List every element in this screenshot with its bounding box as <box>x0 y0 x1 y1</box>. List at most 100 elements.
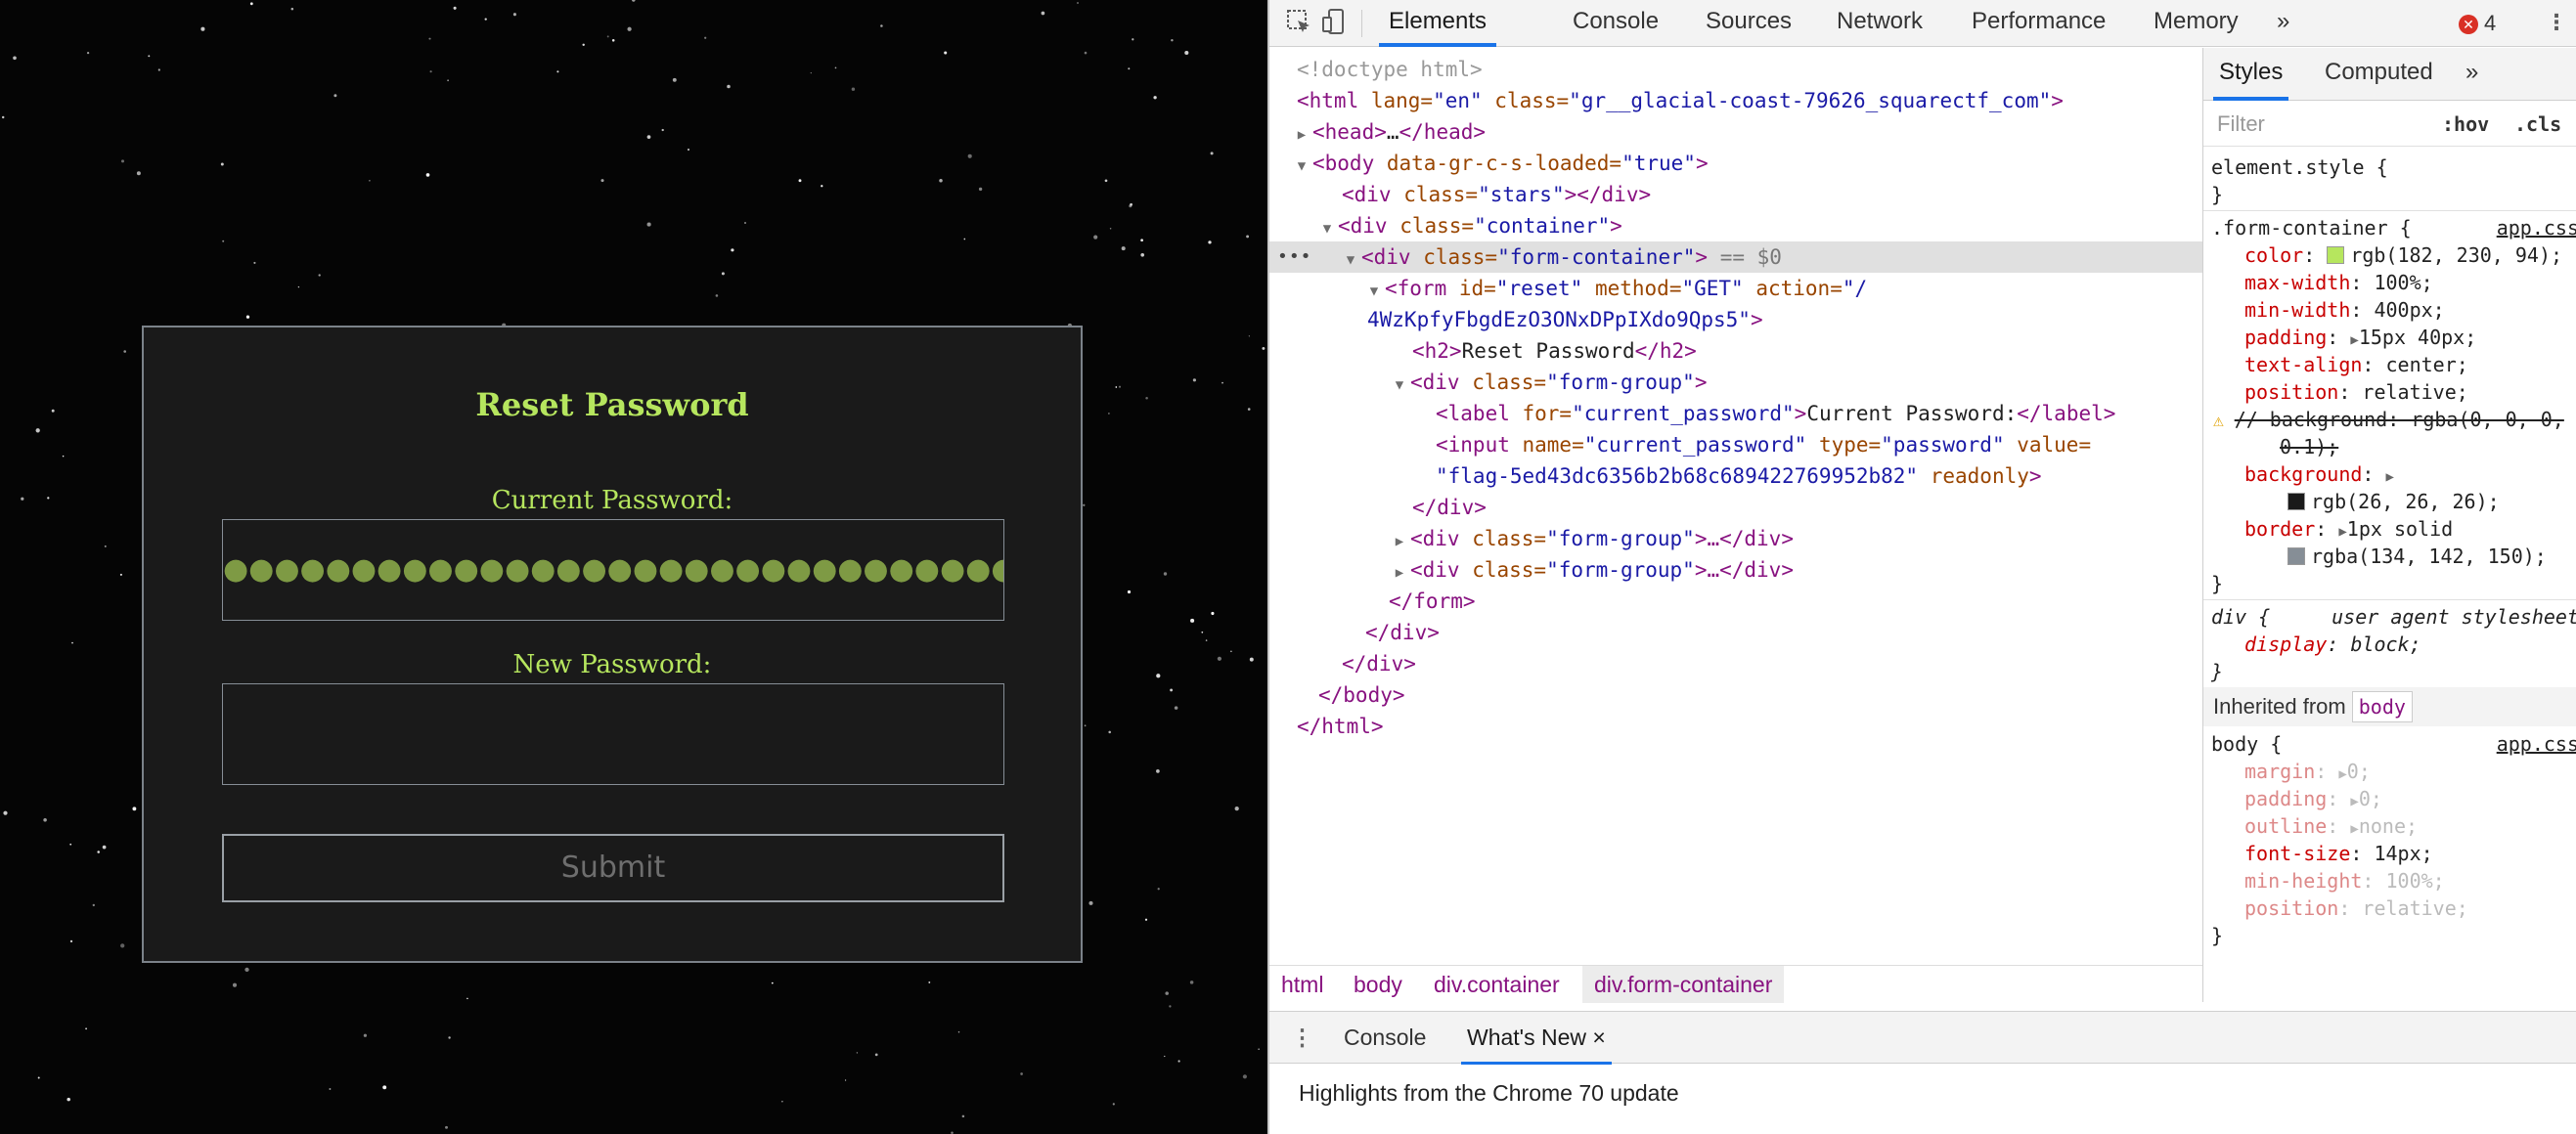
inherited-body-tag[interactable]: body <box>2351 691 2413 722</box>
star <box>1108 730 1111 734</box>
close-icon[interactable]: × <box>1592 1025 1605 1050</box>
star <box>744 222 746 224</box>
css-prop-padding[interactable]: padding: ▶15px 40px; <box>2203 324 2576 351</box>
dom-node-label[interactable]: <label for="current_password">Current Pa… <box>1269 398 2202 429</box>
star <box>445 1125 448 1129</box>
css-prop-background-invalid[interactable]: ⚠ // background: rgba(0, 0, 0, <box>2203 406 2576 433</box>
dom-node-form-close[interactable]: </form> <box>1269 586 2202 617</box>
css-prop-color[interactable]: color: rgb(182, 230, 94); <box>2203 241 2576 269</box>
dom-node-form-container-selected[interactable]: ••• ▼ <div class="form-container"> == $0 <box>1269 241 2202 273</box>
styles-filter-input[interactable]: Filter <box>2211 108 2426 141</box>
class-toggle[interactable]: .cls <box>2514 108 2561 141</box>
form-title: Reset Password <box>475 386 749 423</box>
dom-node-form-action-cont[interactable]: 4WzKpfyFbgdEzO3ONxDPpIXdo9Qps5"> <box>1269 304 2202 335</box>
star <box>771 981 774 984</box>
star <box>1163 572 1168 576</box>
tab-network[interactable]: Network <box>1837 0 1923 47</box>
expand-triangle-icon: ▶ <box>1395 534 1404 549</box>
tab-console[interactable]: Console <box>1573 0 1659 47</box>
css-prop-font-size[interactable]: font-size: 14px; <box>2203 840 2576 867</box>
rule-form-container-selector: .form-container {app.css <box>2203 214 2576 241</box>
star <box>3 810 8 815</box>
star <box>978 187 983 192</box>
star <box>688 149 689 151</box>
submit-button[interactable]: Submit <box>222 834 1004 902</box>
tab-performance[interactable]: Performance <box>1972 0 2106 47</box>
more-tabs-chevron-icon[interactable]: » <box>2277 0 2289 47</box>
dom-node-container-close[interactable]: </div> <box>1269 648 2202 679</box>
dom-node-input-value[interactable]: "flag-5ed43dc6356b2b68c689422769952b82" … <box>1269 460 2202 492</box>
drawer-tab-whats-new[interactable]: What's New × <box>1461 1012 1612 1065</box>
kebab-menu-icon[interactable]: ⋮ <box>2541 8 2572 39</box>
star <box>627 26 632 31</box>
drawer-tab-console[interactable]: Console <box>1344 1012 1426 1065</box>
star <box>661 128 664 132</box>
dom-node-form-group-2[interactable]: ▶ <div class="form-group">…</div> <box>1269 523 2202 554</box>
star <box>632 0 636 2</box>
css-prop-max-width[interactable]: max-width: 100%; <box>2203 269 2576 296</box>
dom-node-h2[interactable]: <h2>Reset Password</h2> <box>1269 335 2202 367</box>
css-prop-border-value[interactable]: rgba(134, 142, 150); <box>2203 543 2576 570</box>
dom-node-html[interactable]: <html lang="en" class="gr__glacial-coast… <box>1269 85 2202 116</box>
tab-memory[interactable]: Memory <box>2154 0 2239 47</box>
star <box>556 70 559 73</box>
star <box>69 939 73 943</box>
dom-node-container[interactable]: ▼ <div class="container"> <box>1269 210 2202 241</box>
dom-node-form[interactable]: ▼ <form id="reset" method="GET" action="/ <box>1269 273 2202 304</box>
rule-source-link[interactable]: app.css <box>2497 214 2576 241</box>
breadcrumb-body[interactable]: body <box>1342 966 1414 1003</box>
breadcrumb-div-container[interactable]: div.container <box>1422 966 1572 1003</box>
css-prop-body-padding[interactable]: padding: ▶0; <box>2203 785 2576 812</box>
css-prop-background-value[interactable]: rgb(26, 26, 26); <box>2203 488 2576 515</box>
star <box>1127 589 1132 594</box>
tab-elements[interactable]: Elements <box>1379 0 1497 47</box>
current-password-input[interactable]: ●●●●●●●●●●●●●●●●●●●●●●●●●●●●●●●●●●●●●●●●… <box>222 519 1004 621</box>
css-prop-background[interactable]: background: ▶ <box>2203 460 2576 488</box>
star <box>1165 991 1169 995</box>
dom-node-html-close[interactable]: </html> <box>1269 711 2202 742</box>
more-panes-chevron-icon[interactable]: » <box>2465 48 2478 101</box>
dom-node-input[interactable]: <input name="current_password" type="pas… <box>1269 429 2202 460</box>
css-prop-position[interactable]: position: relative; <box>2203 378 2576 406</box>
star <box>428 37 431 40</box>
star <box>1144 918 1148 921</box>
css-prop-min-height[interactable]: min-height: 100%; <box>2203 867 2576 894</box>
css-prop-body-position[interactable]: position: relative; <box>2203 894 2576 922</box>
inherited-from-header: Inherited from body <box>2203 687 2576 726</box>
breadcrumb-html[interactable]: html <box>1269 966 1335 1003</box>
dom-node-form-group-1-close[interactable]: </div> <box>1269 492 2202 523</box>
dom-node-doctype[interactable]: <!doctype html> <box>1269 54 2202 85</box>
device-toolbar-icon[interactable] <box>1318 8 1350 39</box>
css-prop-border[interactable]: border: ▶1px solid <box>2203 515 2576 543</box>
inspect-element-icon[interactable] <box>1283 8 1314 39</box>
hover-state-toggle[interactable]: :hov <box>2442 108 2489 141</box>
css-prop-outline[interactable]: outline: ▶none; <box>2203 812 2576 840</box>
star <box>1190 618 1195 623</box>
form-container: Reset Password Current Password: ●●●●●●●… <box>142 326 1083 963</box>
star <box>851 87 856 91</box>
css-prop-text-align[interactable]: text-align: center; <box>2203 351 2576 378</box>
css-prop-min-width[interactable]: min-width: 400px; <box>2203 296 2576 324</box>
tab-sources[interactable]: Sources <box>1706 0 1792 47</box>
css-prop-margin[interactable]: margin: ▶0; <box>2203 758 2576 785</box>
dom-node-body-close[interactable]: </body> <box>1269 679 2202 711</box>
dom-node-form-group-3[interactable]: ▶ <div class="form-group">…</div> <box>1269 554 2202 586</box>
star <box>1121 246 1126 251</box>
dom-node-head[interactable]: ▶ <head>…</head> <box>1269 116 2202 148</box>
star <box>1041 11 1045 16</box>
body-source-link[interactable]: app.css <box>2497 730 2576 758</box>
tab-computed[interactable]: Computed <box>2325 48 2433 101</box>
drawer-menu-icon[interactable]: ⋮ <box>1291 1012 1313 1065</box>
dom-node-form-container-close[interactable]: </div> <box>1269 617 2202 648</box>
dom-node-body[interactable]: ▼ <body data-gr-c-s-loaded="true"> <box>1269 148 2202 179</box>
error-counter[interactable]: ✕ 4 <box>2459 6 2496 41</box>
new-password-input[interactable] <box>222 683 1004 785</box>
tab-styles[interactable]: Styles <box>2213 48 2289 101</box>
star <box>1248 335 1251 337</box>
star <box>119 573 122 576</box>
breadcrumb-div-form-container[interactable]: div.form-container <box>1582 966 1785 1003</box>
dom-node-stars[interactable]: <div class="stars"></div> <box>1269 179 2202 210</box>
star <box>253 261 256 264</box>
dom-node-form-group-1[interactable]: ▼ <div class="form-group"> <box>1269 367 2202 398</box>
star <box>85 1027 87 1030</box>
